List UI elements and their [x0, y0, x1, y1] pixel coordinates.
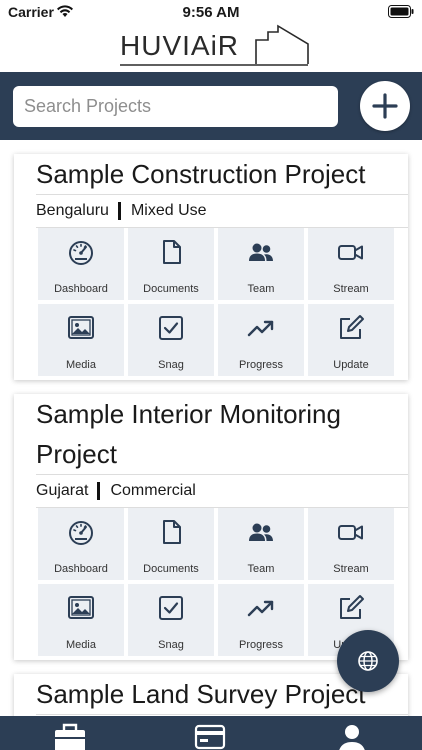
video-camera-icon [337, 518, 365, 546]
bottom-tab-bar [0, 716, 422, 750]
image-icon [67, 314, 95, 342]
project-title: Sample Construction Project [36, 159, 366, 189]
plus-icon [372, 93, 398, 119]
meta-separator [117, 202, 121, 220]
tile-team[interactable]: Team [218, 508, 304, 580]
credit-card-icon [194, 724, 226, 750]
tab-projects[interactable] [50, 720, 90, 750]
battery-icon [388, 5, 414, 18]
edit-icon [337, 594, 365, 622]
search-header [0, 72, 422, 140]
tile-documents[interactable]: Documents [128, 508, 214, 580]
language-globe-button[interactable] [337, 630, 399, 692]
project-actions: Dashboard Documents Team Stream Media Sn… [14, 228, 408, 376]
project-meta: Bengaluru Mixed Use [14, 195, 408, 227]
tile-label: Stream [333, 563, 369, 575]
tile-label: Documents [143, 283, 199, 295]
checkbox-icon [157, 314, 185, 342]
document-icon [157, 238, 185, 266]
dashboard-gauge-icon [67, 518, 95, 546]
tile-snag[interactable]: Snag [128, 584, 214, 656]
project-title: Sample Interior Monitoring Project [36, 399, 341, 469]
add-project-button[interactable] [360, 81, 410, 131]
project-actions: Dashboard Documents Team Stream Media Sn… [14, 508, 408, 656]
globe-icon [358, 651, 378, 671]
team-icon [247, 238, 275, 266]
tile-dashboard[interactable]: Dashboard [38, 228, 124, 300]
dashboard-gauge-icon [67, 238, 95, 266]
meta-separator [97, 482, 101, 500]
project-card[interactable]: Sample Interior Monitoring Project Gujar… [14, 394, 408, 660]
video-camera-icon [337, 238, 365, 266]
trending-up-icon [247, 594, 275, 622]
project-meta: Gujarat Commercial [14, 475, 408, 507]
tile-snag[interactable]: Snag [128, 304, 214, 376]
tile-update[interactable]: Update [308, 304, 394, 376]
tile-label: Team [247, 283, 275, 295]
search-input[interactable] [13, 86, 338, 127]
checkbox-icon [157, 594, 185, 622]
tile-media[interactable]: Media [38, 304, 124, 376]
trending-up-icon [247, 314, 275, 342]
tile-label: Progress [238, 359, 284, 371]
tile-label: Team [247, 563, 275, 575]
tile-stream[interactable]: Stream [308, 508, 394, 580]
tile-label: Documents [143, 563, 199, 575]
tile-label: Update [333, 359, 369, 371]
project-category: Commercial [110, 482, 196, 499]
image-icon [67, 594, 95, 622]
tile-dashboard[interactable]: Dashboard [38, 508, 124, 580]
briefcase-icon [55, 723, 85, 750]
tile-label: Progress [238, 639, 284, 651]
project-location: Bengaluru [36, 202, 109, 219]
document-icon [157, 518, 185, 546]
tile-label: Snag [158, 639, 184, 651]
logo-mark-icon [120, 24, 309, 66]
tile-label: Media [66, 639, 96, 651]
project-category: Mixed Use [130, 202, 207, 219]
tile-media[interactable]: Media [38, 584, 124, 656]
tab-profile[interactable] [332, 720, 372, 750]
divider [36, 714, 408, 715]
user-icon [339, 725, 365, 750]
clock: 9:56 AM [182, 4, 240, 21]
project-list[interactable]: Sample Construction Project Bengaluru Mi… [0, 140, 422, 716]
status-bar: Carrier 9:56 AM [0, 0, 422, 24]
team-icon [247, 518, 275, 546]
edit-icon [337, 314, 365, 342]
tile-label: Dashboard [54, 563, 108, 575]
tile-label: Stream [333, 283, 369, 295]
app-logo: HUVIAiR [118, 24, 312, 68]
tile-progress[interactable]: Progress [218, 584, 304, 656]
tab-billing[interactable] [190, 720, 230, 750]
project-location: Gujarat [36, 482, 89, 499]
tile-label: Snag [158, 359, 184, 371]
project-card[interactable]: Sample Construction Project Bengaluru Mi… [14, 154, 408, 380]
tile-progress[interactable]: Progress [218, 304, 304, 376]
tile-label: Dashboard [54, 283, 108, 295]
tile-label: Media [66, 359, 96, 371]
tile-documents[interactable]: Documents [128, 228, 214, 300]
tile-team[interactable]: Team [218, 228, 304, 300]
tile-stream[interactable]: Stream [308, 228, 394, 300]
